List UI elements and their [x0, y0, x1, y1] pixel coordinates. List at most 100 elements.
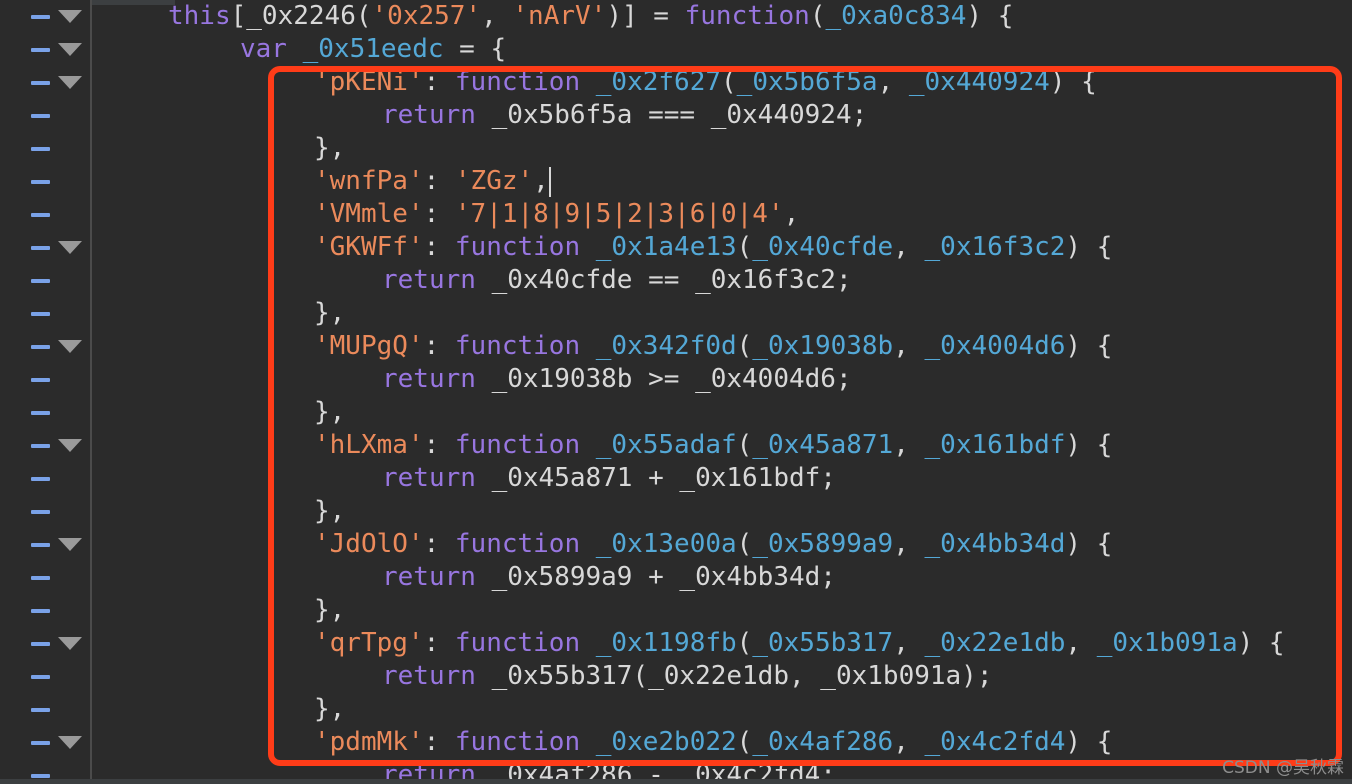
code-token: _0x4af286	[752, 727, 894, 757]
code-token: _0x5899a9 + _0x4bb34d;	[491, 562, 836, 592]
line-marker-dash-icon	[31, 576, 50, 580]
gutter-row	[0, 0, 90, 33]
gutter-row	[0, 660, 90, 693]
code-line[interactable]: 'hLXma': function _0x55adaf(_0x45a871, _…	[92, 429, 1112, 462]
code-token: return	[382, 661, 492, 691]
code-token: (	[736, 331, 753, 361]
line-marker-dash-icon	[31, 81, 50, 85]
code-token: :	[423, 628, 455, 658]
code-token: (	[736, 430, 753, 460]
code-fold-triangle-icon[interactable]	[58, 340, 82, 353]
code-token: _0x1a4e13	[595, 232, 737, 262]
code-token: ,	[893, 331, 925, 361]
code-fold-triangle-icon[interactable]	[58, 439, 82, 452]
code-token: this	[168, 1, 231, 31]
line-marker-dash-icon	[31, 774, 50, 778]
code-token: return	[382, 364, 492, 394]
line-marker-dash-icon	[31, 114, 50, 118]
code-line[interactable]: },	[92, 594, 345, 627]
code-token: ,	[877, 67, 909, 97]
code-token: (	[721, 67, 737, 97]
code-line[interactable]: return _0x40cfde == _0x16f3c2;	[92, 264, 852, 297]
code-token: ,	[893, 232, 925, 262]
code-fold-triangle-icon[interactable]	[58, 43, 82, 56]
code-fold-triangle-icon[interactable]	[58, 241, 82, 254]
code-token: ) {	[1237, 628, 1285, 658]
code-token: _0x1198fb	[595, 628, 737, 658]
code-token: 'MUPgQ'	[314, 331, 424, 361]
code-token: return	[382, 100, 492, 130]
code-fold-triangle-icon[interactable]	[58, 76, 82, 89]
gutter-row	[0, 297, 90, 330]
code-line[interactable]: },	[92, 396, 345, 429]
code-token: :	[423, 430, 455, 460]
code-token: :	[423, 166, 455, 196]
code-token: },	[314, 133, 346, 163]
code-token: return	[382, 265, 492, 295]
code-token: },	[314, 298, 346, 328]
code-token: _0x161bdf	[924, 430, 1066, 460]
code-token: function	[684, 1, 810, 31]
gutter-row	[0, 627, 90, 660]
code-line[interactable]: 'VMmle': '7|1|8|9|5|2|3|6|0|4',	[92, 198, 799, 231]
gutter-row	[0, 429, 90, 462]
code-line[interactable]: },	[92, 132, 345, 165]
line-marker-dash-icon	[31, 345, 50, 349]
code-token: 'ZGz'	[454, 166, 534, 196]
code-token: ,	[893, 430, 925, 460]
code-token: _0x13e00a	[595, 529, 737, 559]
code-line[interactable]: return _0x55b317(_0x22e1db, _0x1b091a);	[92, 660, 992, 693]
code-token: )] =	[606, 1, 685, 31]
code-token: '7|1|8|9|5|2|3|6|0|4'	[454, 199, 784, 229]
code-fold-triangle-icon[interactable]	[58, 637, 82, 650]
code-line[interactable]: 'MUPgQ': function _0x342f0d(_0x19038b, _…	[92, 330, 1112, 363]
code-token: _0x1b091a	[1096, 628, 1238, 658]
code-editor-window: this[_0x2246('0x257', 'nArV')] = functio…	[0, 0, 1352, 784]
code-token: = {	[443, 34, 507, 64]
code-text-area[interactable]: this[_0x2246('0x257', 'nArV')] = functio…	[92, 0, 1352, 784]
code-token: _0xe2b022	[595, 727, 737, 757]
code-token: _0x4004d6	[924, 331, 1066, 361]
line-marker-dash-icon	[31, 246, 50, 250]
code-fold-triangle-icon[interactable]	[58, 538, 82, 551]
code-line[interactable]: 'GKWFf': function _0x1a4e13(_0x40cfde, _…	[92, 231, 1112, 264]
code-line[interactable]: },	[92, 693, 345, 726]
code-token: _0x51eedc	[302, 34, 444, 64]
code-line[interactable]: 'pKENi': function _0x2f627(_0x5b6f5a, _0…	[92, 66, 1097, 99]
line-marker-dash-icon	[31, 477, 50, 481]
code-line[interactable]: return _0x5b6f5a === _0x440924;	[92, 99, 867, 132]
code-token: :	[423, 331, 455, 361]
code-token: 'pdmMk'	[314, 727, 424, 757]
line-marker-dash-icon	[31, 147, 50, 151]
code-line[interactable]: 'qrTpg': function _0x1198fb(_0x55b317, _…	[92, 627, 1285, 660]
code-line[interactable]: this[_0x2246('0x257', 'nArV')] = functio…	[92, 0, 1013, 33]
gutter-row	[0, 330, 90, 363]
line-marker-dash-icon	[31, 180, 50, 184]
code-line[interactable]: },	[92, 297, 345, 330]
code-token: ) {	[1065, 529, 1113, 559]
line-marker-dash-icon	[31, 444, 50, 448]
code-token: _0x19038b	[752, 331, 894, 361]
code-line[interactable]: return _0x45a871 + _0x161bdf;	[92, 462, 836, 495]
code-line[interactable]: 'pdmMk': function _0xe2b022(_0x4af286, _…	[92, 726, 1112, 759]
code-token: function	[454, 628, 596, 658]
gutter-row	[0, 231, 90, 264]
code-line[interactable]: var _0x51eedc = {	[92, 33, 506, 66]
code-line[interactable]: 'wnfPa': 'ZGz',	[92, 165, 551, 198]
editor-gutter[interactable]	[0, 0, 90, 784]
code-line[interactable]: 'JdOlO': function _0x13e00a(_0x5899a9, _…	[92, 528, 1112, 561]
code-token: },	[314, 694, 346, 724]
code-token: ) {	[1065, 430, 1113, 460]
code-line[interactable]: return _0x19038b >= _0x4004d6;	[92, 363, 852, 396]
gutter-row	[0, 165, 90, 198]
code-token: :	[423, 199, 455, 229]
code-line[interactable]: return _0x5899a9 + _0x4bb34d;	[92, 561, 836, 594]
code-token: _0x2246	[246, 1, 356, 31]
code-line[interactable]: },	[92, 495, 345, 528]
code-fold-triangle-icon[interactable]	[58, 10, 82, 23]
gutter-row	[0, 132, 90, 165]
gutter-row	[0, 561, 90, 594]
code-token: return	[382, 562, 492, 592]
code-token: _0x40cfde	[752, 232, 894, 262]
code-fold-triangle-icon[interactable]	[58, 736, 82, 749]
